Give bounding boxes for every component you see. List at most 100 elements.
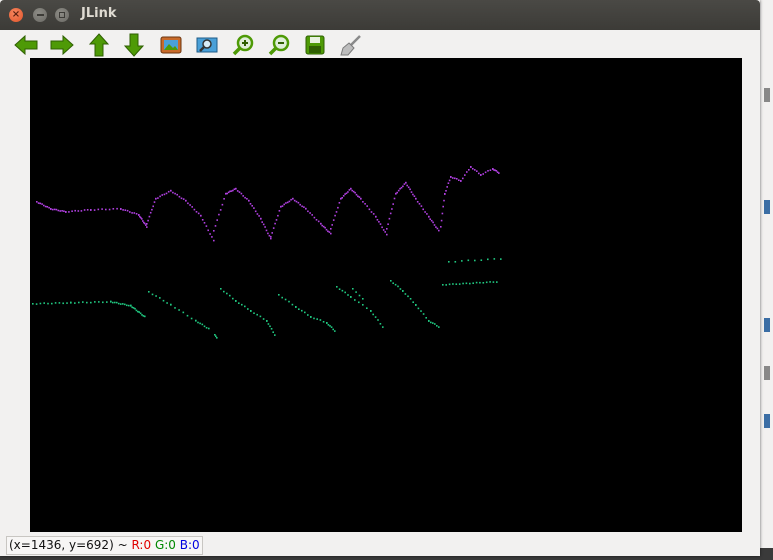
green-trace-point [394, 283, 397, 286]
green-trace-point [130, 305, 132, 307]
purple-trace-point [375, 216, 377, 218]
purple-trace-point [249, 203, 252, 205]
title-bar[interactable]: × JLink [0, 0, 760, 30]
purple-trace-point [334, 214, 336, 217]
purple-trace-point [388, 217, 391, 220]
pan-right-button[interactable] [50, 33, 74, 57]
green-trace-point [465, 282, 468, 285]
green-trace-point [272, 331, 274, 333]
purple-trace-point [272, 227, 275, 229]
green-trace-point [141, 314, 143, 316]
purple-trace-point [213, 230, 215, 232]
green-trace-point [454, 261, 457, 263]
purple-trace-point [321, 224, 323, 227]
save-button[interactable] [303, 33, 327, 57]
purple-trace-point [189, 204, 191, 206]
purple-trace-point [277, 214, 279, 217]
zoom-in-button[interactable] [231, 33, 255, 57]
green-trace-point [284, 298, 287, 301]
purple-trace-point [351, 189, 353, 192]
purple-trace-point [37, 202, 40, 204]
zoom-in-icon [232, 34, 254, 56]
purple-trace-point [328, 231, 331, 233]
green-trace-point [241, 303, 243, 306]
green-trace-point [66, 302, 68, 304]
green-trace-point [322, 321, 325, 323]
purple-trace-point [464, 174, 466, 176]
purple-trace-point [223, 198, 225, 200]
purple-trace-point [495, 170, 498, 172]
purple-trace-point [93, 209, 96, 211]
purple-trace-point [242, 195, 244, 197]
background-fragment [764, 88, 770, 102]
purple-trace-point [68, 211, 70, 213]
purple-trace-point [440, 219, 443, 222]
purple-trace-point [71, 210, 73, 212]
purple-trace-point [285, 202, 287, 204]
purple-trace-point [446, 186, 448, 188]
green-trace-point [281, 296, 283, 299]
purple-trace-point [325, 228, 328, 231]
green-trace-point [366, 307, 368, 309]
purple-trace-point [428, 216, 430, 218]
green-trace-point [94, 301, 96, 303]
purple-trace-point [386, 228, 388, 230]
purple-trace-point [57, 209, 60, 212]
purple-trace-point [267, 232, 269, 235]
jlink-window: × JLink (x=1436, y=692) ~ R:0 G:0 B:0 [0, 0, 760, 556]
green-value: G:0 [154, 538, 176, 552]
maximize-button[interactable] [55, 8, 69, 22]
green-trace-point [205, 327, 208, 329]
green-trace-point [270, 328, 273, 330]
green-trace-point [298, 308, 300, 310]
pan-left-button[interactable] [14, 33, 38, 57]
image-button[interactable] [159, 33, 183, 57]
close-button[interactable]: × [9, 8, 23, 22]
purple-trace-point [141, 218, 143, 220]
floppy-disk-icon [305, 35, 325, 55]
green-trace-point [295, 306, 297, 308]
purple-trace-point [357, 195, 359, 198]
purple-trace-point [480, 174, 482, 176]
background-fragment [764, 366, 770, 380]
green-trace-point [404, 293, 407, 295]
green-trace-point [118, 302, 120, 305]
purple-trace-point [83, 209, 86, 211]
purple-trace-point [362, 201, 364, 203]
purple-trace-point [460, 180, 462, 182]
purple-trace-point [203, 222, 206, 224]
pan-down-button[interactable] [122, 33, 146, 57]
green-trace-point [479, 281, 481, 284]
green-trace-point [124, 303, 126, 306]
green-trace-point [155, 295, 157, 297]
purple-trace-point [161, 194, 163, 196]
green-trace-point [350, 296, 352, 298]
clear-button[interactable] [339, 33, 363, 57]
purple-trace-point [232, 189, 234, 192]
picture-icon [160, 36, 182, 54]
green-trace-point [415, 304, 417, 306]
purple-trace-point [360, 198, 362, 200]
purple-trace-point [59, 210, 61, 212]
background-fragment [764, 414, 770, 428]
purple-trace-point [225, 193, 227, 195]
green-trace-point [274, 334, 276, 336]
zoom-out-button[interactable] [267, 33, 291, 57]
purple-trace-point [364, 203, 366, 205]
pan-up-button[interactable] [87, 33, 111, 57]
purple-trace-point [424, 211, 426, 213]
zoom-region-button[interactable] [195, 33, 219, 57]
minimize-button[interactable] [33, 8, 47, 22]
plot-canvas[interactable] [30, 58, 742, 532]
green-trace-point [151, 293, 154, 296]
background-fragment [764, 200, 770, 214]
purple-trace-point [43, 204, 45, 207]
purple-trace-point [299, 203, 301, 206]
purple-trace-point [474, 169, 476, 171]
purple-trace-point [226, 192, 228, 195]
green-trace-point [131, 306, 133, 309]
green-trace-point [472, 282, 474, 284]
green-trace-point [310, 316, 312, 318]
green-trace-point [485, 281, 488, 284]
purple-trace-point [372, 213, 375, 215]
